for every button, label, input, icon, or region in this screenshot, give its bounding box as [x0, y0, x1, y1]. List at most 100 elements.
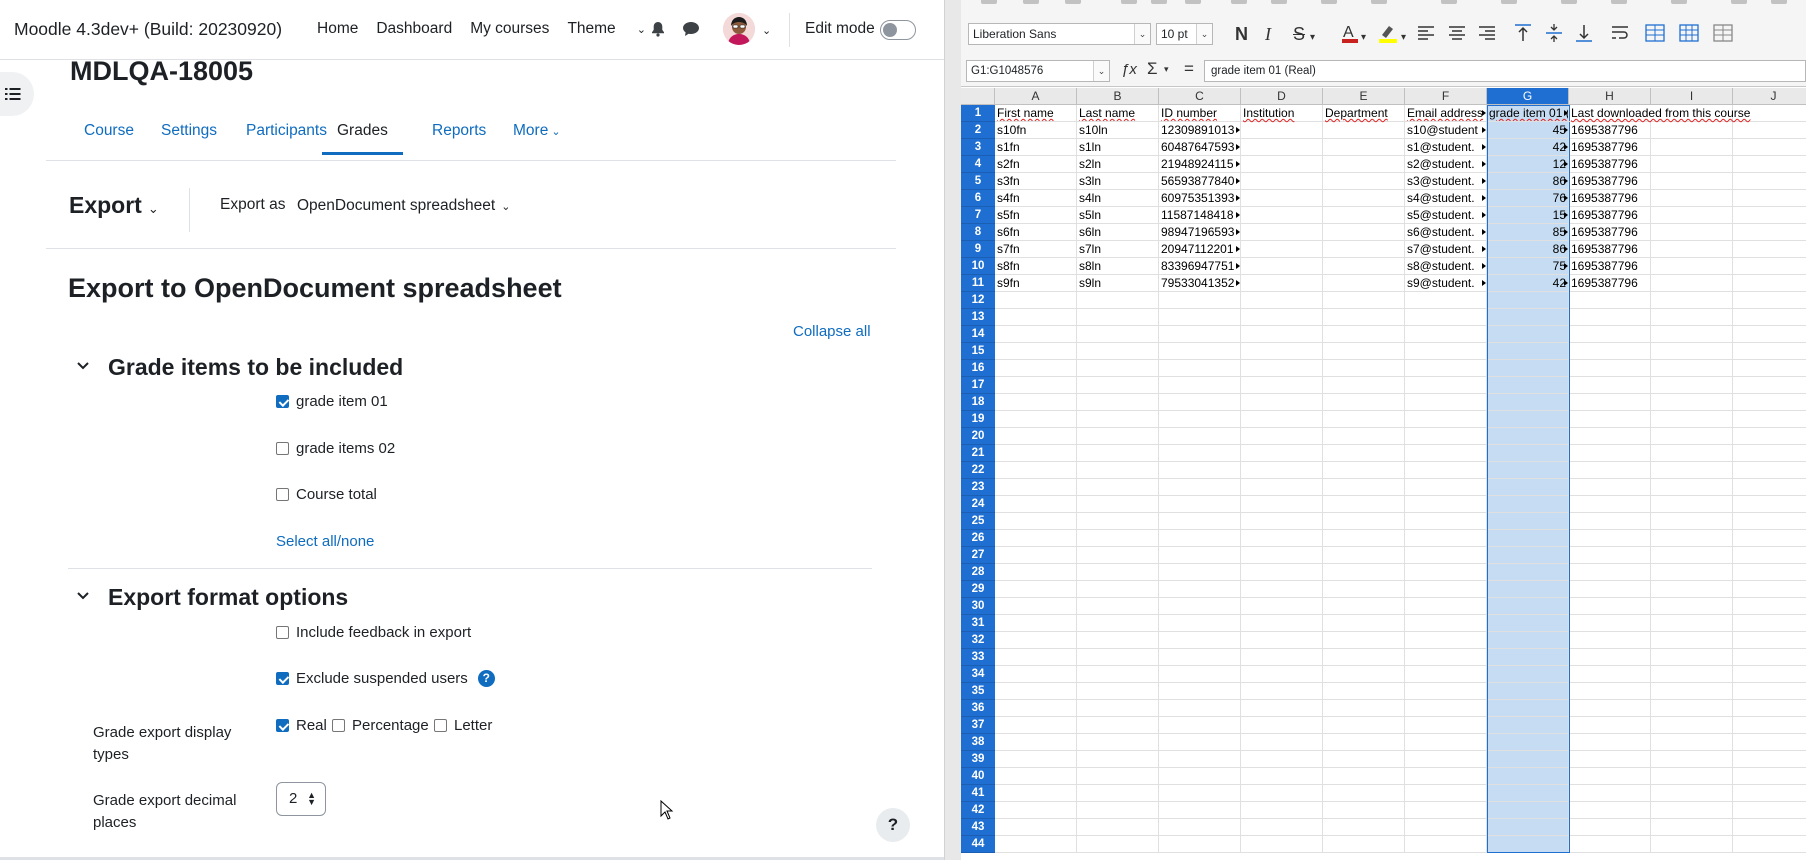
cell-f5[interactable]: s3@student. — [1405, 173, 1487, 190]
row-header-25[interactable]: 25 — [961, 513, 995, 530]
cell-d19[interactable] — [1241, 411, 1323, 428]
cell-e34[interactable] — [1323, 666, 1405, 683]
column-header-b[interactable]: B — [1077, 88, 1159, 105]
cell-j34[interactable] — [1733, 666, 1806, 683]
cell-a14[interactable] — [995, 326, 1077, 343]
row-header-17[interactable]: 17 — [961, 377, 995, 394]
cell-h32[interactable] — [1569, 632, 1651, 649]
cell-i31[interactable] — [1651, 615, 1733, 632]
cell-b3[interactable]: s1ln — [1077, 139, 1159, 156]
cell-j30[interactable] — [1733, 598, 1806, 615]
cell-j41[interactable] — [1733, 785, 1806, 802]
cell-j43[interactable] — [1733, 819, 1806, 836]
cell-e7[interactable] — [1323, 207, 1405, 224]
cell-d42[interactable] — [1241, 802, 1323, 819]
row-header-7[interactable]: 7 — [961, 207, 995, 224]
cell-g23[interactable] — [1487, 479, 1569, 496]
cell-i21[interactable] — [1651, 445, 1733, 462]
cell-a41[interactable] — [995, 785, 1077, 802]
cell-d13[interactable] — [1241, 309, 1323, 326]
course-index-drawer-button[interactable] — [0, 72, 34, 116]
cell-j12[interactable] — [1733, 292, 1806, 309]
cell-g8[interactable]: 85 — [1487, 224, 1569, 241]
row-header-31[interactable]: 31 — [961, 615, 995, 632]
cell-h38[interactable] — [1569, 734, 1651, 751]
cell-g41[interactable] — [1487, 785, 1569, 802]
cell-g21[interactable] — [1487, 445, 1569, 462]
cell-e26[interactable] — [1323, 530, 1405, 547]
cell-f42[interactable] — [1405, 802, 1487, 819]
checkbox-percentage[interactable]: Percentage — [332, 717, 429, 734]
cell-g39[interactable] — [1487, 751, 1569, 768]
cell-h21[interactable] — [1569, 445, 1651, 462]
cell-f16[interactable] — [1405, 360, 1487, 377]
cell-h17[interactable] — [1569, 377, 1651, 394]
cell-g13[interactable] — [1487, 309, 1569, 326]
cell-c6[interactable]: 60975351393 — [1159, 190, 1241, 207]
cell-d29[interactable] — [1241, 581, 1323, 598]
cell-f17[interactable] — [1405, 377, 1487, 394]
cell-f29[interactable] — [1405, 581, 1487, 598]
cell-f11[interactable]: s9@student. — [1405, 275, 1487, 292]
cell-h40[interactable] — [1569, 768, 1651, 785]
row-header-26[interactable]: 26 — [961, 530, 995, 547]
cell-b24[interactable] — [1077, 496, 1159, 513]
cell-a2[interactable]: s10fn — [995, 122, 1077, 139]
column-header-d[interactable]: D — [1241, 88, 1323, 105]
cell-c2[interactable]: 12309891013 — [1159, 122, 1241, 139]
cell-e4[interactable] — [1323, 156, 1405, 173]
cell-c1[interactable]: ID number — [1159, 105, 1241, 122]
cell-a13[interactable] — [995, 309, 1077, 326]
cell-f15[interactable] — [1405, 343, 1487, 360]
cell-d31[interactable] — [1241, 615, 1323, 632]
row-header-39[interactable]: 39 — [961, 751, 995, 768]
toolbar-icon[interactable] — [1671, 0, 1687, 4]
column-header-c[interactable]: C — [1159, 88, 1241, 105]
row-header-18[interactable]: 18 — [961, 394, 995, 411]
dropdown-arrow-icon[interactable]: ⌄ — [1196, 24, 1212, 44]
cell-j23[interactable] — [1733, 479, 1806, 496]
checkbox-include-feedback[interactable]: Include feedback in export — [276, 624, 471, 641]
cell-f27[interactable] — [1405, 547, 1487, 564]
cell-j29[interactable] — [1733, 581, 1806, 598]
cell-j16[interactable] — [1733, 360, 1806, 377]
checkbox-unchecked[interactable] — [332, 719, 345, 732]
cell-h25[interactable] — [1569, 513, 1651, 530]
cell-d11[interactable] — [1241, 275, 1323, 292]
cell-c40[interactable] — [1159, 768, 1241, 785]
cell-i22[interactable] — [1651, 462, 1733, 479]
cell-h6[interactable]: 1695387796 — [1569, 190, 1651, 207]
row-header-6[interactable]: 6 — [961, 190, 995, 207]
cell-i37[interactable] — [1651, 717, 1733, 734]
cell-d4[interactable] — [1241, 156, 1323, 173]
align-right-icon[interactable] — [1478, 25, 1496, 41]
cell-j7[interactable] — [1733, 207, 1806, 224]
cell-d35[interactable] — [1241, 683, 1323, 700]
cell-h37[interactable] — [1569, 717, 1651, 734]
cell-c42[interactable] — [1159, 802, 1241, 819]
cell-j3[interactable] — [1733, 139, 1806, 156]
cell-f7[interactable]: s5@student. — [1405, 207, 1487, 224]
cell-h36[interactable] — [1569, 700, 1651, 717]
row-header-3[interactable]: 3 — [961, 139, 995, 156]
row-header-32[interactable]: 32 — [961, 632, 995, 649]
row-header-2[interactable]: 2 — [961, 122, 995, 139]
strikethrough-button[interactable]: S — [1293, 23, 1305, 45]
cell-h9[interactable]: 1695387796 — [1569, 241, 1651, 258]
cell-d5[interactable] — [1241, 173, 1323, 190]
row-header-13[interactable]: 13 — [961, 309, 995, 326]
sum-dropdown-icon[interactable]: ▾ — [1164, 64, 1169, 75]
cell-g19[interactable] — [1487, 411, 1569, 428]
highlight-dropdown-icon[interactable]: ▾ — [1401, 27, 1406, 49]
cell-d20[interactable] — [1241, 428, 1323, 445]
cell-b4[interactable]: s2ln — [1077, 156, 1159, 173]
cell-g5[interactable]: 86 — [1487, 173, 1569, 190]
cell-d22[interactable] — [1241, 462, 1323, 479]
cell-b44[interactable] — [1077, 836, 1159, 853]
cell-c13[interactable] — [1159, 309, 1241, 326]
cell-a40[interactable] — [995, 768, 1077, 785]
cell-b25[interactable] — [1077, 513, 1159, 530]
checkbox-unchecked[interactable] — [434, 719, 447, 732]
toolbar-icon[interactable] — [1231, 0, 1247, 4]
name-box[interactable]: G1:G1048576 ⌄ — [966, 60, 1110, 82]
